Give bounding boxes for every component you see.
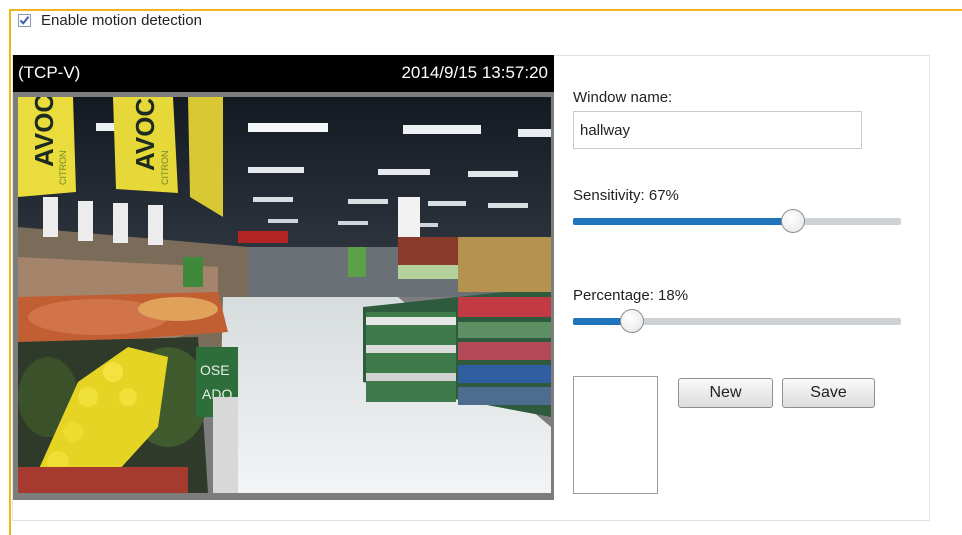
new-button[interactable]: New <box>678 378 773 408</box>
window-name-input[interactable] <box>573 111 862 149</box>
video-view: (TCP-V) 2014/9/15 13:57:20 AVOC AVOC CIT… <box>13 55 554 500</box>
camera-feed-image[interactable]: AVOC AVOC CITRON CITRON OSE ADO <box>18 97 551 493</box>
frame-left-border <box>9 9 11 535</box>
stream-label: (TCP-V) <box>18 63 81 82</box>
window-name-label: Window name: <box>573 89 673 106</box>
save-button[interactable]: Save <box>782 378 875 408</box>
video-header: (TCP-V) 2014/9/15 13:57:20 <box>13 55 554 92</box>
banner-text-1: AVOC <box>29 97 59 167</box>
percentage-thumb[interactable] <box>620 309 644 333</box>
bin-sign-text-1: OSE <box>200 362 230 378</box>
sensitivity-fill <box>573 218 793 225</box>
video-timestamp: 2014/9/15 13:57:20 <box>401 63 548 82</box>
checkmark-icon <box>19 15 30 25</box>
enable-motion-checkbox[interactable] <box>18 13 31 27</box>
enable-motion-label[interactable]: Enable motion detection <box>41 12 202 29</box>
sensitivity-label: Sensitivity: 67% <box>573 187 679 204</box>
sensitivity-slider[interactable] <box>573 209 901 233</box>
enable-motion-row: Enable motion detection <box>18 10 202 30</box>
banner-text-2: AVOC <box>130 98 160 171</box>
banner-subtext-2: CITRON <box>160 151 170 186</box>
percentage-label: Percentage: 18% <box>573 287 689 304</box>
banner-subtext-1: CITRON <box>58 151 68 186</box>
percentage-slider[interactable] <box>573 309 901 333</box>
window-preview-box <box>573 376 658 494</box>
sensitivity-thumb[interactable] <box>781 209 805 233</box>
